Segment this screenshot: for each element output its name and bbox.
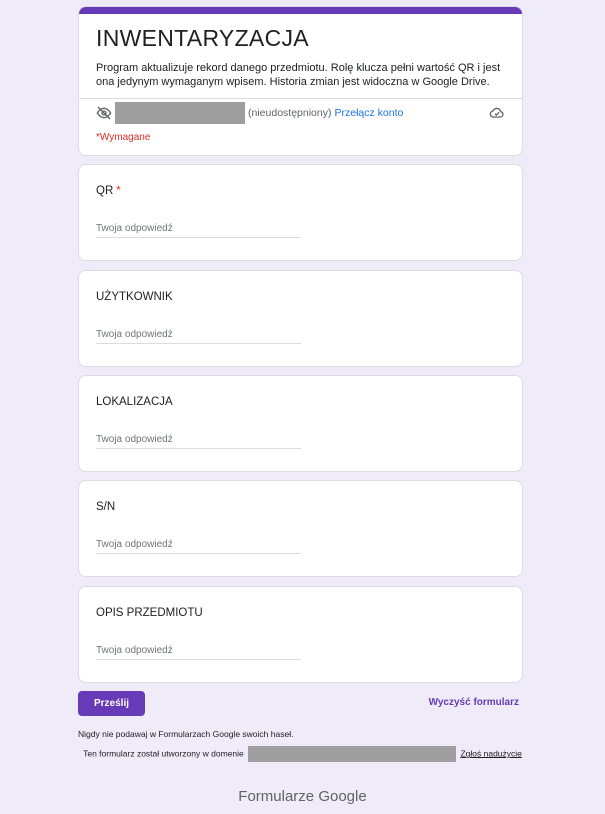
form-title: INWENTARYZACJA: [96, 25, 309, 51]
question-title-text: QR: [96, 185, 114, 197]
divider: [79, 98, 522, 99]
domain-notice-text: Ten formularz został utworzony w domenie: [83, 748, 244, 759]
item-description-input[interactable]: [96, 642, 301, 660]
question-title: QR *: [96, 185, 121, 197]
not-shared-label: (nieudostępniony): [248, 107, 332, 119]
question-card-serial: S/N: [78, 480, 523, 577]
brand-name: Google: [318, 788, 367, 805]
qr-input[interactable]: [96, 220, 301, 238]
cloud-saved-icon: [489, 105, 505, 121]
serial-number-input[interactable]: [96, 536, 301, 554]
password-warning: Nigdy nie podawaj w Formularzach Google …: [78, 729, 294, 739]
account-row: (nieudostępniony) Przełącz konto: [96, 102, 505, 124]
google-forms-logo[interactable]: Formularze Google: [0, 788, 605, 805]
domain-notice: Ten formularz został utworzony w domenie…: [0, 746, 605, 762]
question-title: OPIS PRZEDMIOTU: [96, 607, 203, 619]
form-description: Program aktualizuje rekord danego przedm…: [96, 62, 501, 88]
redacted-account-email: [115, 102, 245, 124]
eye-off-icon: [96, 105, 112, 121]
redacted-domain: [248, 746, 457, 762]
question-title: LOKALIZACJA: [96, 396, 173, 408]
required-asterisk: *: [116, 185, 121, 197]
header-accent-bar: [79, 7, 522, 14]
question-card-qr: QR *: [78, 164, 523, 261]
switch-account-link[interactable]: Przełącz konto: [334, 107, 403, 119]
question-card-user: UŻYTKOWNIK: [78, 270, 523, 367]
question-title: UŻYTKOWNIK: [96, 291, 173, 303]
question-card-location: LOKALIZACJA: [78, 375, 523, 472]
submit-button[interactable]: Prześlij: [78, 691, 145, 716]
location-input[interactable]: [96, 431, 301, 449]
brand-prefix: Formularze: [238, 788, 315, 805]
clear-form-button[interactable]: Wyczyść formularz: [429, 697, 519, 708]
question-title: S/N: [96, 501, 116, 513]
question-card-description: OPIS PRZEDMIOTU: [78, 586, 523, 683]
user-input[interactable]: [96, 326, 301, 344]
required-note: *Wymagane: [96, 132, 151, 143]
form-header-card: INWENTARYZACJA Program aktualizuje rekor…: [78, 6, 523, 156]
report-abuse-link[interactable]: Zgłoś nadużycie: [460, 748, 521, 758]
